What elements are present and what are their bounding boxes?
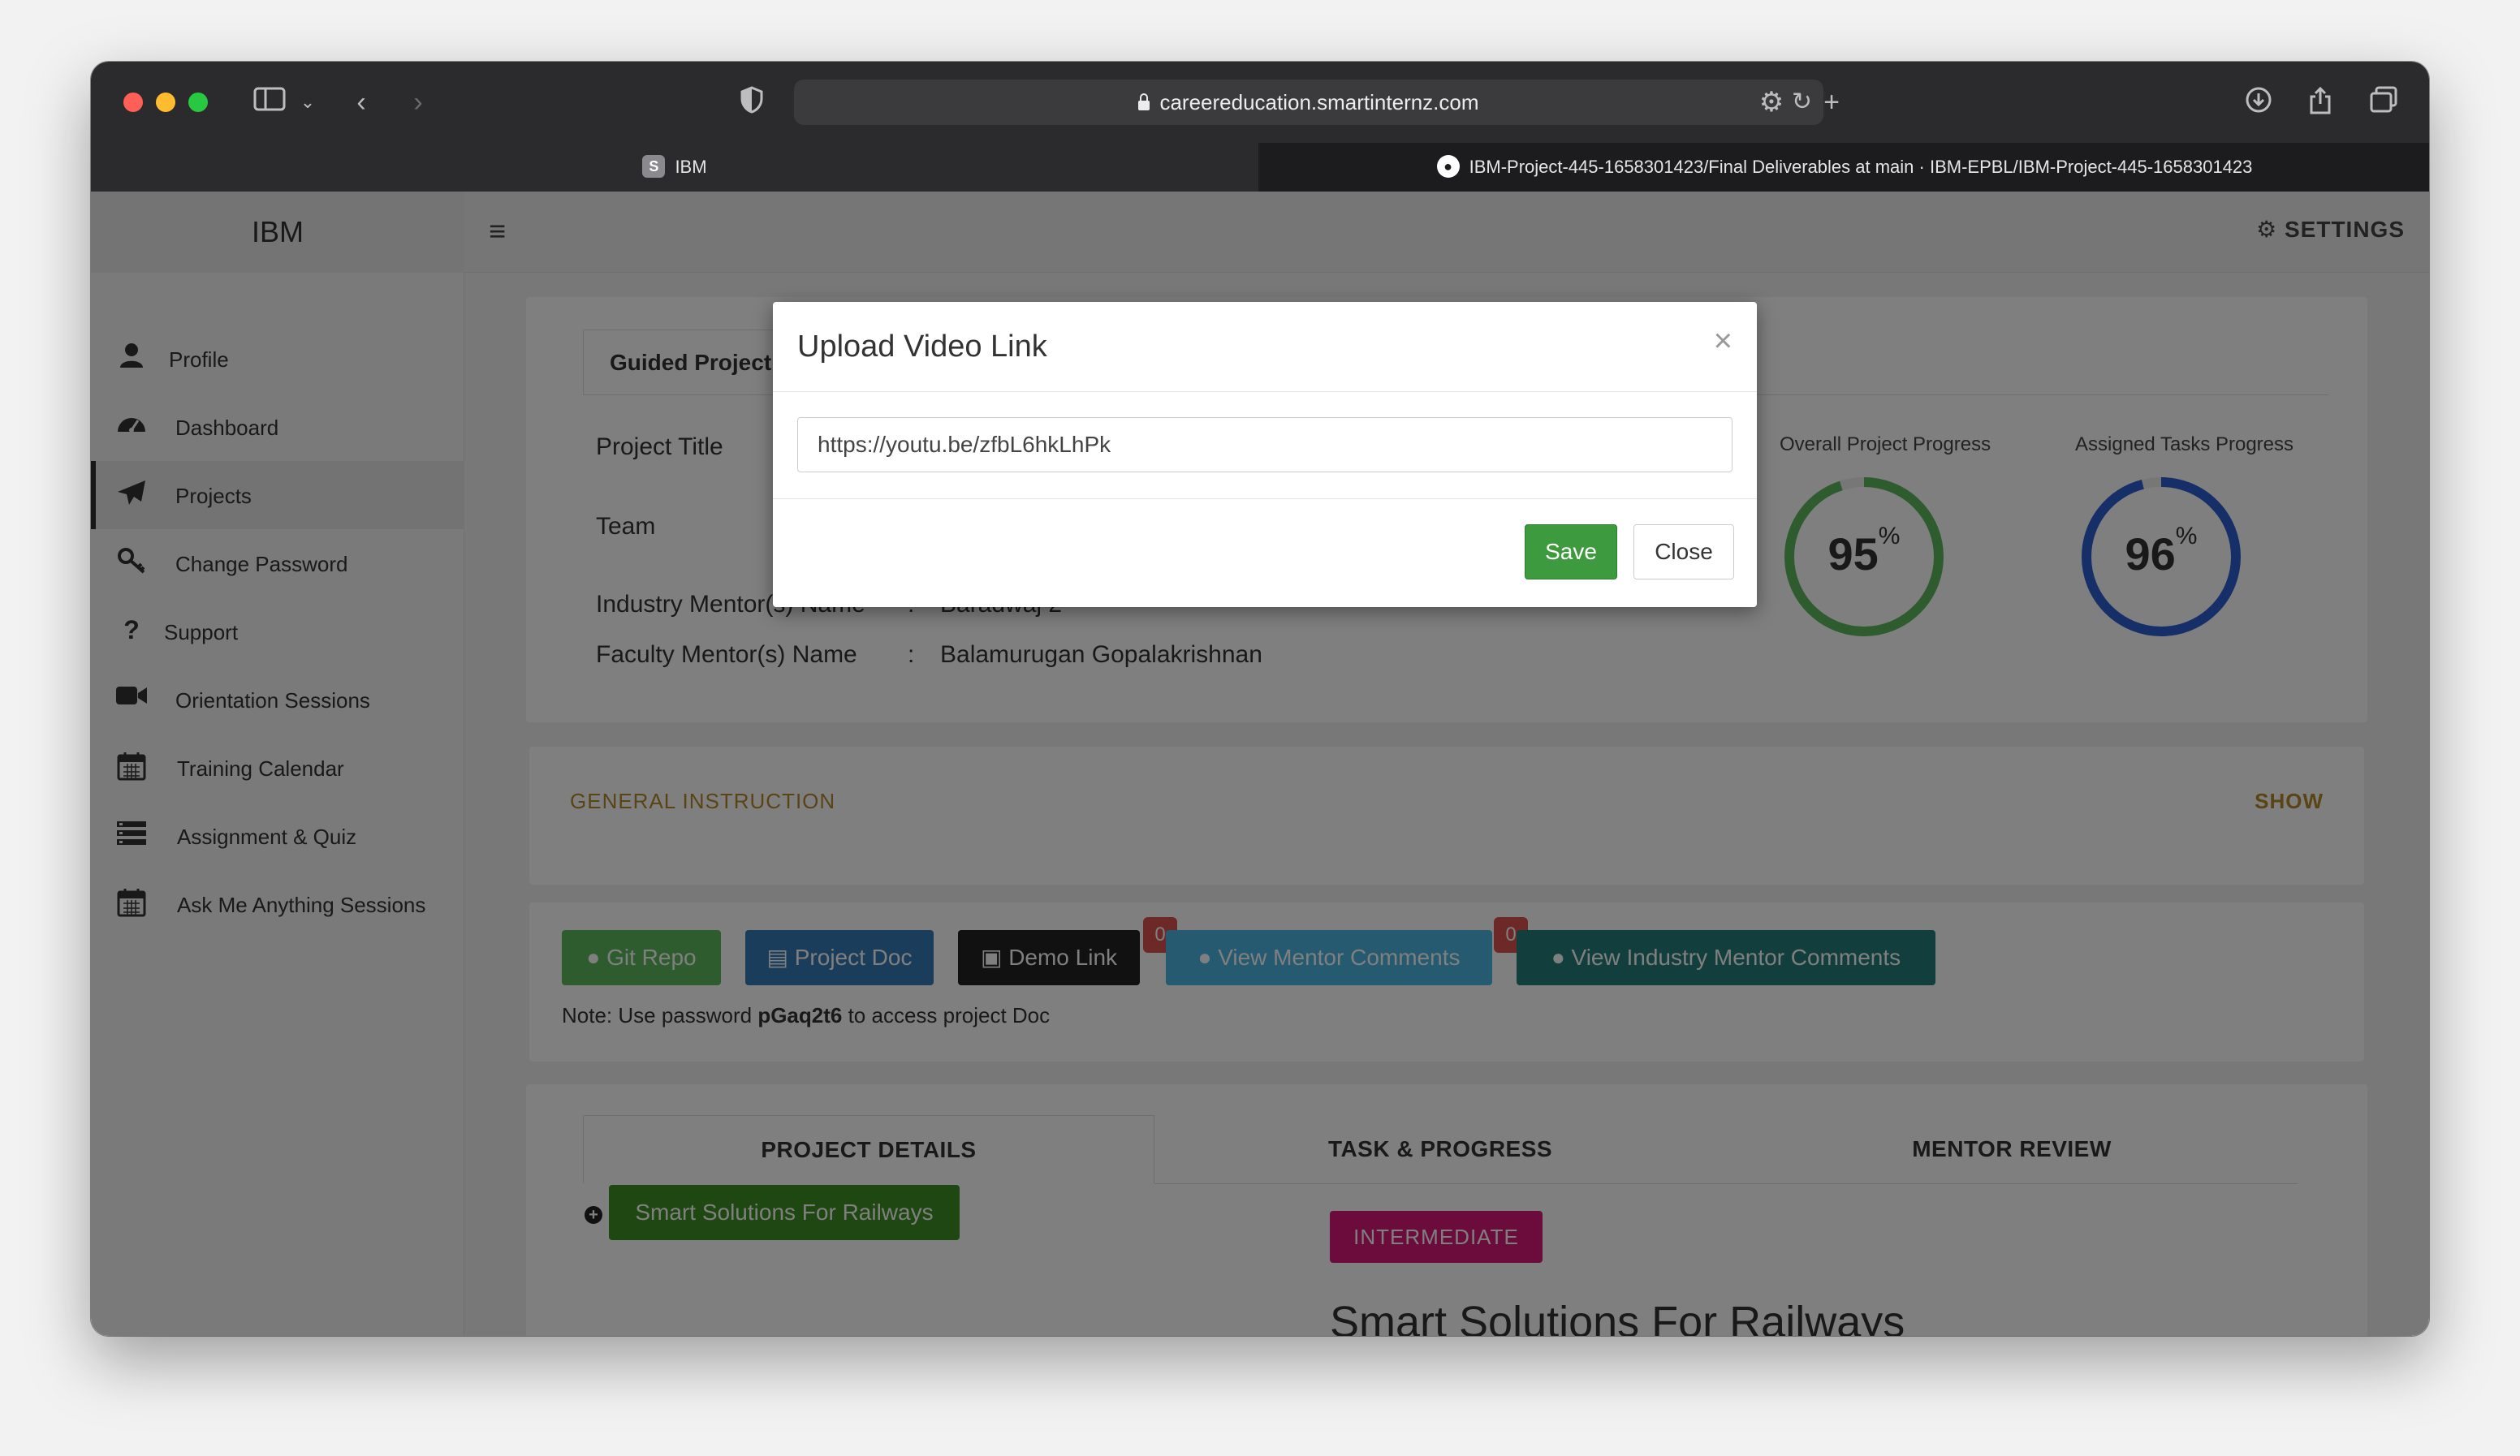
divider (773, 391, 1757, 392)
download-icon[interactable] (2242, 86, 2275, 121)
close-icon[interactable]: × (1714, 323, 1732, 360)
browser-tab-ibm[interactable]: S IBM (91, 143, 1258, 192)
tab-title: IBM-Project-445-1658301423/Final Deliver… (1469, 157, 2253, 177)
close-button[interactable]: Close (1633, 524, 1734, 579)
divider (773, 498, 1757, 499)
gear-icon[interactable]: ⚙ (1755, 86, 1788, 118)
reload-icon[interactable]: ↻ (1792, 80, 1812, 125)
lock-icon (1138, 93, 1150, 110)
upload-video-link-modal: Upload Video Link × https://youtu.be/zfb… (773, 302, 1757, 607)
tab-favicon: S (642, 155, 666, 179)
browser-chrome: ⌄ ‹ › careereducation.smartinternz.com ↻… (91, 62, 2429, 192)
github-icon: ● (1436, 155, 1460, 179)
chevron-down-icon[interactable]: ⌄ (296, 86, 320, 118)
tabs-overview-icon[interactable] (2367, 86, 2400, 121)
browser-window: ⌄ ‹ › careereducation.smartinternz.com ↻… (91, 62, 2429, 1336)
zoom-window-button[interactable] (188, 93, 208, 112)
minimize-window-button[interactable] (156, 93, 175, 112)
browser-toolbar: ⌄ ‹ › careereducation.smartinternz.com ↻… (91, 62, 2429, 143)
web-app: IBM ≡ ⚙ SETTINGS Profile Dashboard (91, 192, 2429, 1336)
forward-icon[interactable]: › (406, 86, 430, 118)
sidebar-toggle-icon[interactable] (250, 86, 289, 119)
shield-icon[interactable] (736, 86, 768, 121)
tab-title: IBM (675, 157, 707, 177)
new-tab-icon[interactable]: + (1815, 86, 1848, 118)
close-window-button[interactable] (123, 93, 143, 112)
share-icon[interactable] (2304, 86, 2337, 123)
browser-tab-github[interactable]: ● IBM-Project-445-1658301423/Final Delive… (1260, 143, 2429, 192)
back-icon[interactable]: ‹ (349, 86, 373, 118)
save-button[interactable]: Save (1525, 524, 1617, 579)
video-link-input[interactable]: https://youtu.be/zfbL6hkLhPk (797, 417, 1732, 472)
url-text: careereducation.smartinternz.com (1159, 90, 1479, 114)
browser-tab-strip: S IBM ● IBM-Project-445-1658301423/Final D… (91, 143, 2429, 192)
modal-title: Upload Video Link (797, 330, 1047, 364)
address-bar[interactable]: careereducation.smartinternz.com ↻ (794, 80, 1823, 125)
